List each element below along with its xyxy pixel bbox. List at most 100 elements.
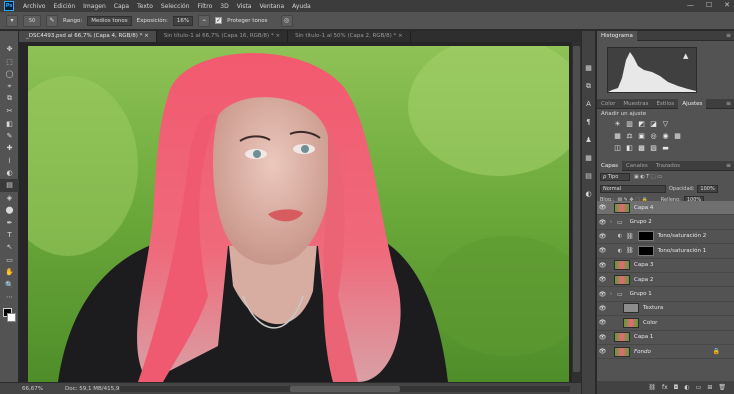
adjustment-icon-row2-2[interactable]: ▣ (637, 132, 646, 140)
dock-panel-icon-6[interactable]: ▤ (582, 169, 595, 183)
adjustment-icon-row1-1[interactable]: ▥ (625, 120, 634, 128)
layer-row[interactable]: 👁 Textura (597, 302, 734, 317)
layer-row[interactable]: 👁 Capa 2 (597, 273, 734, 288)
tool-icon-20[interactable]: ⋯ (0, 291, 19, 303)
visibility-eye-icon[interactable]: 👁 (597, 233, 608, 240)
dock-panel-icon-3[interactable]: ¶ (582, 115, 595, 129)
tool-icon-1[interactable]: ⬚ (0, 55, 19, 67)
layer-thumbnail[interactable] (614, 202, 630, 213)
dock-panel-icon-1[interactable]: ⧉ (582, 79, 595, 93)
zoom-level[interactable]: 66,67% (22, 386, 43, 392)
maximize-icon[interactable]: ☐ (706, 1, 712, 9)
tool-icon-10[interactable]: ◐ (0, 167, 19, 179)
layer-name[interactable]: Capa 1 (634, 334, 653, 340)
warning-icon[interactable]: ▲ (683, 52, 688, 60)
menu-edicion[interactable]: Edición (49, 3, 79, 10)
adjustment-icon-row2-0[interactable]: ▦ (613, 132, 622, 140)
adjustment-icon-row3-4[interactable]: ▬ (661, 144, 670, 152)
layers-menu-icon[interactable]: ≡ (726, 162, 731, 169)
group-caret-icon[interactable]: › (608, 219, 614, 225)
tool-preset-icon[interactable]: ▾ (6, 14, 18, 27)
color-swatches[interactable] (0, 307, 19, 325)
tool-icon-17[interactable]: ▭ (0, 254, 19, 266)
close-icon[interactable]: ✕ (724, 1, 730, 9)
tool-icon-8[interactable]: ✚ (0, 142, 19, 154)
menu-seleccion[interactable]: Selección (157, 3, 194, 10)
tool-icon-7[interactable]: ✎ (0, 130, 19, 142)
layer-row[interactable]: 👁 Capa 1 (597, 331, 734, 345)
layer-filter-select[interactable]: ρ Tipo (600, 173, 630, 181)
tool-icon-11[interactable]: ▤ (0, 179, 19, 192)
layer-row[interactable]: 👁 ◐ ⛓ Tono/saturación 2 (597, 230, 734, 245)
adjustment-icon-row3-1[interactable]: ◧ (625, 144, 634, 152)
layer-row[interactable]: 👁 Color (597, 316, 734, 331)
adjustment-icon-row2-5[interactable]: ▦ (673, 132, 682, 140)
layer-name[interactable]: Color (643, 320, 657, 326)
visibility-eye-icon[interactable]: 👁 (597, 319, 608, 326)
exposure-input[interactable]: 16% (172, 15, 194, 26)
opacity-input[interactable]: 100% (697, 184, 718, 193)
layer-name[interactable]: Capa 3 (634, 262, 653, 268)
adjustment-icon-row1-2[interactable]: ◩ (637, 120, 646, 128)
vertical-scrollbar[interactable] (572, 42, 581, 382)
visibility-eye-icon[interactable]: 👁 (597, 219, 608, 226)
visibility-eye-icon[interactable]: 👁 (597, 291, 608, 298)
visibility-eye-icon[interactable]: 👁 (597, 334, 608, 341)
pressure-icon[interactable]: ◎ (280, 14, 293, 27)
layer-name[interactable]: Grupo 1 (630, 291, 652, 297)
adjustment-icon-row1-0[interactable]: ☀ (613, 120, 622, 128)
layer-row[interactable]: 👁 Capa 4 (597, 201, 734, 216)
menu-archivo[interactable]: Archivo (19, 3, 49, 10)
layer-row[interactable]: 👁 Fondo 🔒 (597, 345, 734, 360)
blend-mode-select[interactable]: Normal (600, 184, 666, 193)
layer-row[interactable]: 👁 ◐ ⛓ Tono/saturación 1 (597, 244, 734, 259)
filter-icons[interactable]: ▣ ◐ T ⬚ ▭ (634, 174, 662, 180)
tool-icon-4[interactable]: ⧉ (0, 93, 19, 105)
menu-imagen[interactable]: Imagen (79, 3, 110, 10)
protect-tones-checkbox[interactable]: ✓ (215, 17, 223, 24)
visibility-eye-icon[interactable]: 👁 (597, 247, 608, 254)
adjustment-icon-row1-4[interactable]: ▽ (661, 120, 670, 128)
menu-capa[interactable]: Capa (110, 3, 133, 10)
tab-muestras[interactable]: Muestras (619, 99, 652, 109)
layer-name[interactable]: Capa 4 (634, 205, 653, 211)
menu-texto[interactable]: Texto (133, 3, 157, 10)
dock-panel-icon-2[interactable]: A (582, 97, 595, 111)
layer-thumbnail[interactable] (614, 346, 630, 357)
doc-tab-sin-titulo-1-capa16[interactable]: Sin título-1 al 66,7% (Capa 16, RGB/8) *… (157, 31, 289, 42)
minimize-icon[interactable]: — (687, 1, 694, 9)
tab-estilos[interactable]: Estilos (653, 99, 679, 109)
tab-histograma[interactable]: Histograma (597, 30, 637, 41)
horizontal-scrollbar[interactable] (120, 386, 570, 392)
tool-icon-5[interactable]: ✂ (0, 105, 19, 117)
adjustment-icon-row2-4[interactable]: ◉ (661, 132, 670, 140)
layer-thumbnail[interactable] (623, 317, 639, 328)
layer-mask-thumbnail[interactable] (637, 245, 654, 256)
menu-ayuda[interactable]: Ayuda (288, 3, 315, 10)
layer-row[interactable]: 👁 Capa 3 (597, 259, 734, 273)
layers-footer-icon-1[interactable]: fx (662, 384, 668, 391)
background-color-swatch[interactable] (7, 313, 16, 323)
menu-filtro[interactable]: Filtro (194, 3, 217, 10)
layer-name[interactable]: Capa 2 (634, 277, 653, 283)
airbrush-icon[interactable]: ⌁ (198, 14, 211, 27)
layer-row[interactable]: 👁 › ▭ Grupo 1 (597, 287, 734, 302)
tool-icon-18[interactable]: ✋ (0, 266, 19, 278)
adjustment-icon-row1-3[interactable]: ◪ (649, 120, 658, 128)
layer-name[interactable]: Grupo 2 (630, 219, 652, 225)
layer-name[interactable]: Fondo (634, 349, 651, 355)
layers-footer-icon-3[interactable]: ◐ (684, 384, 689, 391)
range-select[interactable]: Medios tonos (87, 15, 132, 26)
adjustment-icon-row2-3[interactable]: ◎ (649, 132, 658, 140)
tab-canales[interactable]: Canales (622, 161, 652, 171)
visibility-eye-icon[interactable]: 👁 (597, 276, 608, 283)
adjustment-icon-row3-0[interactable]: ◫ (613, 144, 622, 152)
layer-name[interactable]: Textura (643, 305, 663, 311)
doc-tab-sin-titulo-1-capa2[interactable]: Sin título-1 al 50% (Capa 2, RGB/8) * × (288, 31, 411, 42)
layer-mask-thumbnail[interactable] (637, 231, 654, 242)
dock-panel-icon-5[interactable]: ▦ (582, 151, 595, 165)
adjustment-icon-row3-3[interactable]: ▨ (649, 144, 658, 152)
adjustment-icon-row2-1[interactable]: ⚖ (625, 132, 634, 140)
doc-tab-dsc4493[interactable]: _DSC4493.psd al 66,7% (Capa 4, RGB/8) * … (19, 31, 157, 42)
menu-vista[interactable]: Vista (233, 3, 256, 10)
